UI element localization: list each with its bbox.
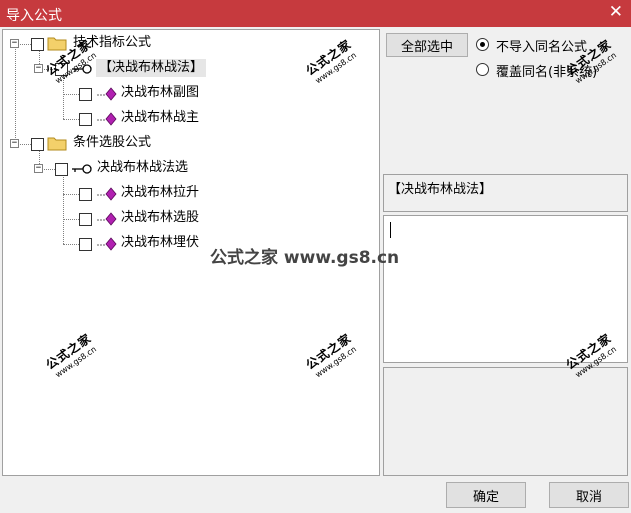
formula-name-box: 【决战布林战法】 xyxy=(383,174,628,212)
title-bar: 导入公式 ✕ xyxy=(0,0,631,27)
tree-checkbox[interactable] xyxy=(55,163,68,176)
tree-node-label: 决战布林副图 xyxy=(121,85,200,100)
text-cursor xyxy=(390,222,391,238)
no-import-same-name-radio[interactable] xyxy=(476,38,489,51)
tree-checkbox[interactable] xyxy=(31,138,44,151)
formula-diamond-icon xyxy=(97,212,117,226)
formula-description-textarea[interactable] xyxy=(383,215,628,363)
tree-checkbox[interactable] xyxy=(79,213,92,226)
tree-node-label: 技术指标公式 xyxy=(73,35,152,50)
window-title: 导入公式 xyxy=(6,8,62,24)
ok-button[interactable]: 确定 xyxy=(446,482,526,508)
tree-node-label: 决战布林战法选 xyxy=(97,160,189,175)
tree-node-label: 决战布林战主 xyxy=(121,110,200,125)
tree-node-label: 决战布林选股 xyxy=(121,210,200,225)
collapse-icon[interactable]: − xyxy=(10,39,19,48)
formula-diamond-icon xyxy=(97,187,117,201)
tree-checkbox[interactable] xyxy=(79,88,92,101)
formula-name: 【决战布林战法】 xyxy=(388,182,493,197)
overwrite-same-name-radio[interactable] xyxy=(476,63,489,76)
radio-label: 不导入同名公式 xyxy=(496,40,588,55)
formula-tree[interactable]: − 技术指标公式 − 【决战布林战法】 决战布林副图 决战布林战主 − 条件选股… xyxy=(2,29,380,476)
tree-checkbox[interactable] xyxy=(79,113,92,126)
formula-diamond-icon xyxy=(97,112,117,126)
tree-node-label: 决战布林埋伏 xyxy=(121,235,200,250)
formula-diamond-icon xyxy=(97,87,117,101)
tree-checkbox[interactable] xyxy=(31,38,44,51)
collapse-icon[interactable]: − xyxy=(34,164,43,173)
formula-info-box xyxy=(383,367,628,476)
key-icon xyxy=(72,164,92,174)
collapse-icon[interactable]: − xyxy=(34,64,43,73)
formula-diamond-icon xyxy=(97,237,117,251)
tree-checkbox[interactable] xyxy=(79,188,92,201)
tree-checkbox[interactable] xyxy=(55,63,68,76)
tree-node-label: 决战布林拉升 xyxy=(121,185,200,200)
key-icon xyxy=(72,64,92,74)
folder-icon xyxy=(47,37,67,51)
radio-label: 覆盖同名(非系统) xyxy=(496,65,598,80)
cancel-button[interactable]: 取消 xyxy=(549,482,629,508)
tree-node-label-selected: 【决战布林战法】 xyxy=(96,59,207,77)
select-all-button[interactable]: 全部选中 xyxy=(386,33,468,57)
close-icon[interactable]: ✕ xyxy=(609,3,623,21)
tree-checkbox[interactable] xyxy=(79,238,92,251)
tree-node-label: 条件选股公式 xyxy=(73,135,152,150)
collapse-icon[interactable]: − xyxy=(10,139,19,148)
folder-icon xyxy=(47,137,67,151)
